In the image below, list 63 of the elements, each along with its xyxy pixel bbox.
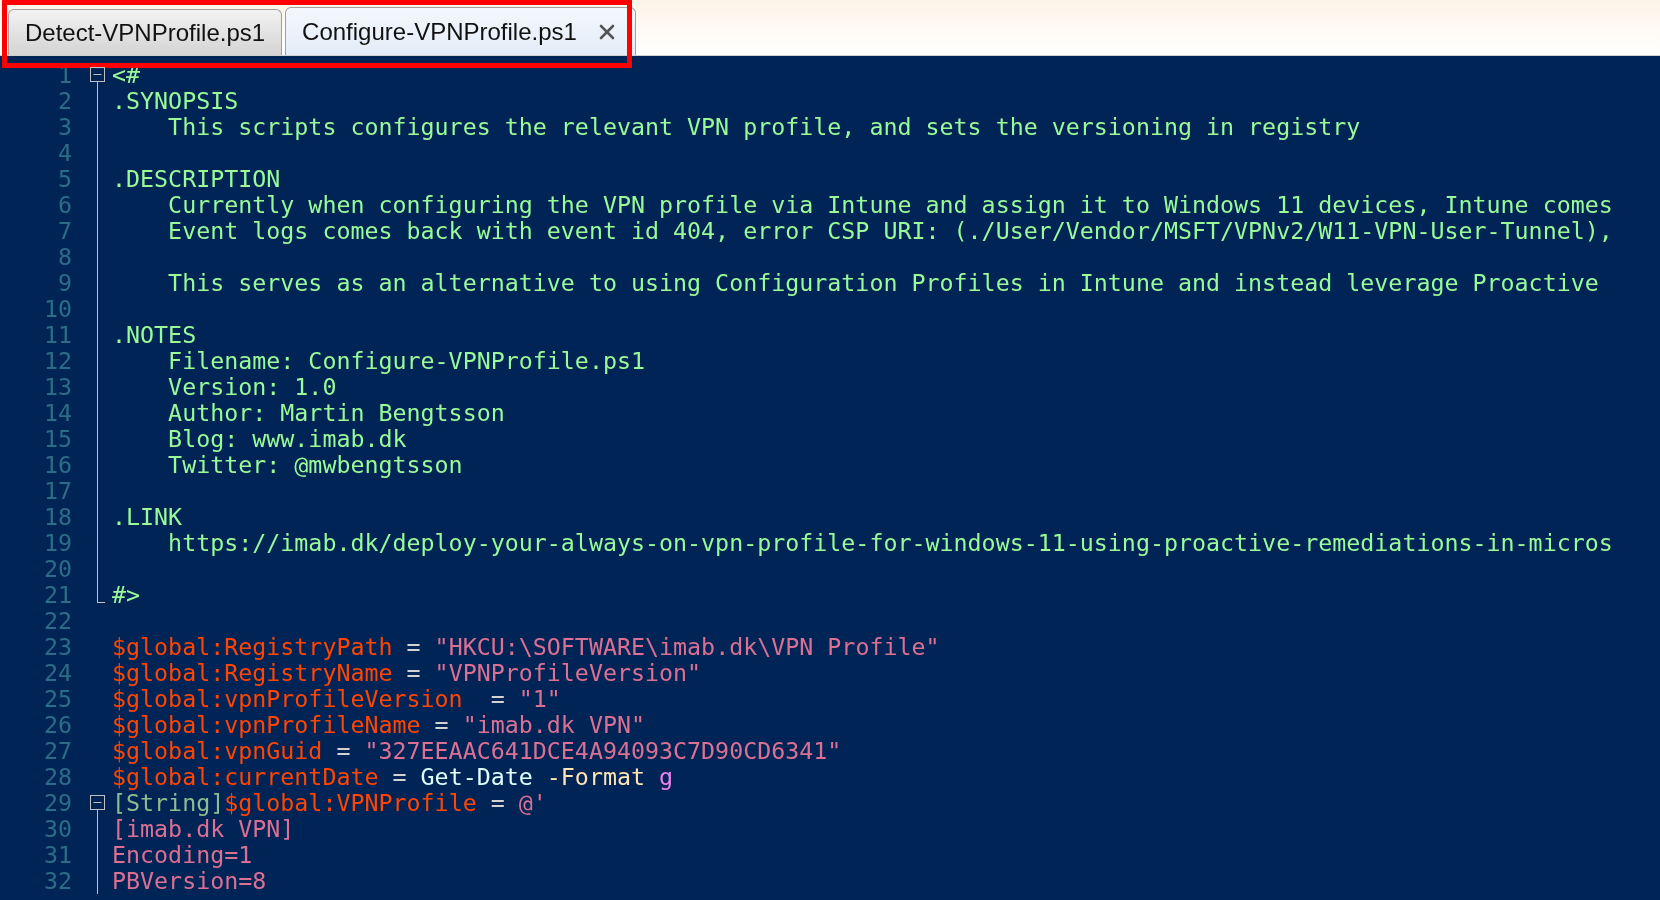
code-line: .LINK bbox=[112, 504, 183, 530]
code-line: .SYNOPSIS bbox=[112, 88, 239, 114]
line-number: 18 bbox=[42, 504, 72, 530]
line-number: 19 bbox=[42, 530, 72, 556]
code-line: $global:vpnProfileName = "imab.dk VPN" bbox=[112, 712, 645, 738]
line-number: 5 bbox=[56, 166, 72, 192]
line-number: 26 bbox=[42, 712, 72, 738]
line-number: 22 bbox=[42, 608, 72, 634]
code-line: #> bbox=[112, 582, 141, 608]
code-line: [imab.dk VPN] bbox=[112, 816, 295, 842]
line-number: 11 bbox=[42, 322, 72, 348]
line-number: 30 bbox=[42, 816, 72, 842]
code-line: Filename: Configure-VPNProfile.ps1 bbox=[167, 348, 645, 374]
line-number: 31 bbox=[42, 842, 72, 868]
line-number: 3 bbox=[56, 114, 72, 140]
line-number: 16 bbox=[42, 452, 72, 478]
code-line: Author: Martin Bengtsson bbox=[167, 400, 505, 426]
line-number: 12 bbox=[42, 348, 72, 374]
code-line: .NOTES bbox=[112, 322, 197, 348]
line-number: 21 bbox=[42, 582, 72, 608]
code-line: Version: 1.0 bbox=[167, 374, 337, 400]
line-number: 9 bbox=[56, 270, 72, 296]
code-line: Currently when configuring the VPN profile via Intune and assign it to Windows 11 devices, Intune comes bbox=[167, 192, 1613, 218]
code-line: <# bbox=[112, 62, 141, 88]
code-line: Encoding=1 bbox=[112, 842, 253, 868]
code-line: [String]$global:VPNProfile = @' bbox=[112, 790, 547, 816]
code-line: This serves as an alternative to using Configuration Profiles in Intune and instead leverage Proactive bbox=[167, 270, 1599, 296]
code-line: $global:RegistryPath = "HKCU:\SOFTWARE\imab.dk\VPN Profile" bbox=[112, 634, 940, 660]
line-number: 28 bbox=[42, 764, 72, 790]
line-number: 7 bbox=[56, 218, 72, 244]
code-line: $global:RegistryName = "VPNProfileVersion" bbox=[112, 660, 702, 686]
code-line: This scripts configures the relevant VPN profile, and sets the versioning in registry bbox=[167, 114, 1361, 140]
line-number: 15 bbox=[42, 426, 72, 452]
collapse-icon[interactable] bbox=[90, 795, 105, 810]
line-number: 13 bbox=[42, 374, 72, 400]
code-line: $global:vpnProfileVersion = "1" bbox=[112, 686, 561, 712]
code-line: https://imab.dk/deploy-your-always-on-vpn-profile-for-windows-11-using-proactive-remediations-in-micros bbox=[167, 530, 1613, 556]
line-number: 2 bbox=[56, 88, 72, 114]
line-number: 4 bbox=[56, 140, 72, 166]
collapse-icon[interactable] bbox=[90, 67, 105, 82]
tab-label: Configure-VPNProfile.ps1 bbox=[302, 16, 577, 47]
code-line: $global:currentDate = Get-Date -Format g bbox=[112, 764, 674, 790]
line-number: 20 bbox=[42, 556, 72, 582]
tab-label: Detect-VPNProfile.ps1 bbox=[25, 17, 266, 48]
code-line: .DESCRIPTION bbox=[112, 166, 281, 192]
line-number: 14 bbox=[42, 400, 72, 426]
line-number: 10 bbox=[42, 296, 72, 322]
code-line: Event logs comes back with event id 404, error CSP URI: (./User/Vendor/MSFT/VPNv2/W11-VPN-User-Tunnel), bbox=[167, 218, 1613, 244]
file-tab[interactable]: Configure-VPNProfile.ps1 bbox=[285, 7, 636, 55]
line-number: 17 bbox=[42, 478, 72, 504]
line-number: 8 bbox=[56, 244, 72, 270]
line-number: 25 bbox=[42, 686, 72, 712]
code-line: PBVersion=8 bbox=[112, 868, 267, 894]
line-number: 23 bbox=[42, 634, 72, 660]
code-line: Blog: www.imab.dk bbox=[167, 426, 407, 452]
code-line: $global:vpnGuid = "327EEAAC641DCE4A94093C7D90CD6341" bbox=[112, 738, 842, 764]
line-number: 32 bbox=[42, 868, 72, 894]
line-number: 24 bbox=[42, 660, 72, 686]
code-line: Twitter: @mwbengtsson bbox=[167, 452, 463, 478]
line-number: 29 bbox=[42, 790, 72, 816]
line-number: 6 bbox=[56, 192, 72, 218]
line-number: 27 bbox=[42, 738, 72, 764]
file-tab[interactable]: Detect-VPNProfile.ps1 bbox=[8, 9, 283, 55]
